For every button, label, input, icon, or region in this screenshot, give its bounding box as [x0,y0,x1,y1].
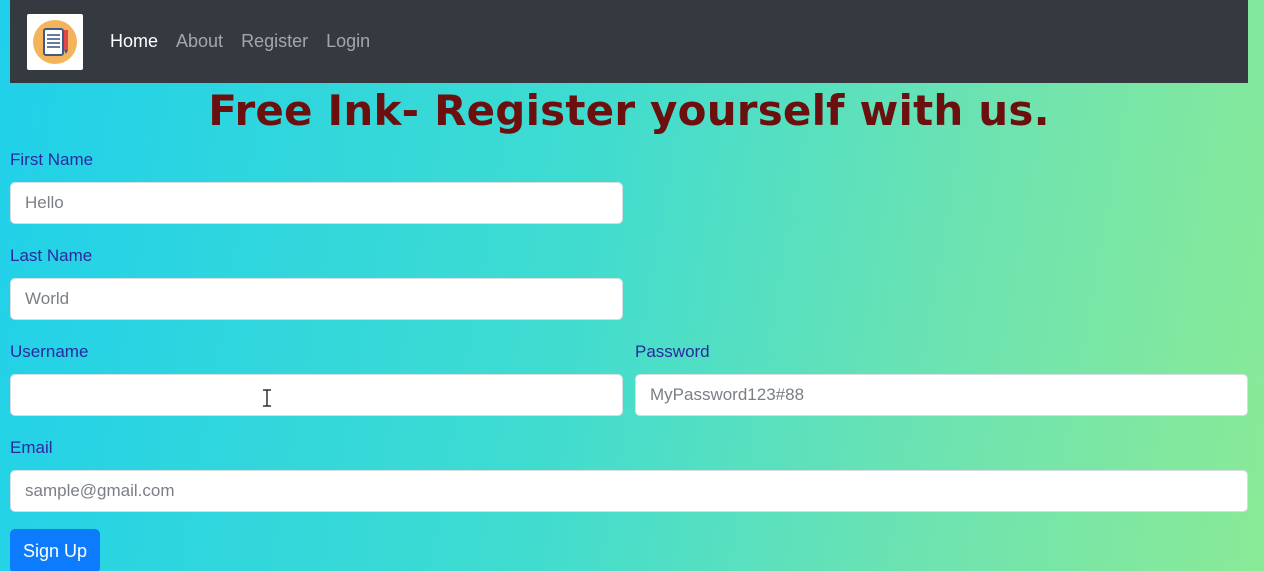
email-input[interactable] [10,470,1248,512]
last-name-input[interactable] [10,278,623,320]
email-label: Email [10,438,53,457]
notepad-pencil-icon [33,19,77,64]
first-name-label: First Name [10,150,94,169]
nav-register-link[interactable]: Register [241,31,308,52]
first-name-input[interactable] [10,182,623,224]
username-input[interactable] [10,374,623,416]
nav-login-link[interactable]: Login [326,31,370,52]
username-label: Username [10,342,89,361]
navbar: Home About Register Login [10,0,1248,83]
last-name-label: Last Name [10,246,93,265]
password-input[interactable] [635,374,1248,416]
nav-links: Home About Register Login [110,31,370,52]
page-title: Free Ink- Register yourself with us. [208,86,1050,135]
nav-home-link[interactable]: Home [110,31,158,52]
text-cursor-icon [263,389,271,407]
logo[interactable] [27,13,83,70]
password-label: Password [635,342,710,361]
sign-up-button[interactable]: Sign Up [10,529,100,571]
nav-about-link[interactable]: About [176,31,223,52]
